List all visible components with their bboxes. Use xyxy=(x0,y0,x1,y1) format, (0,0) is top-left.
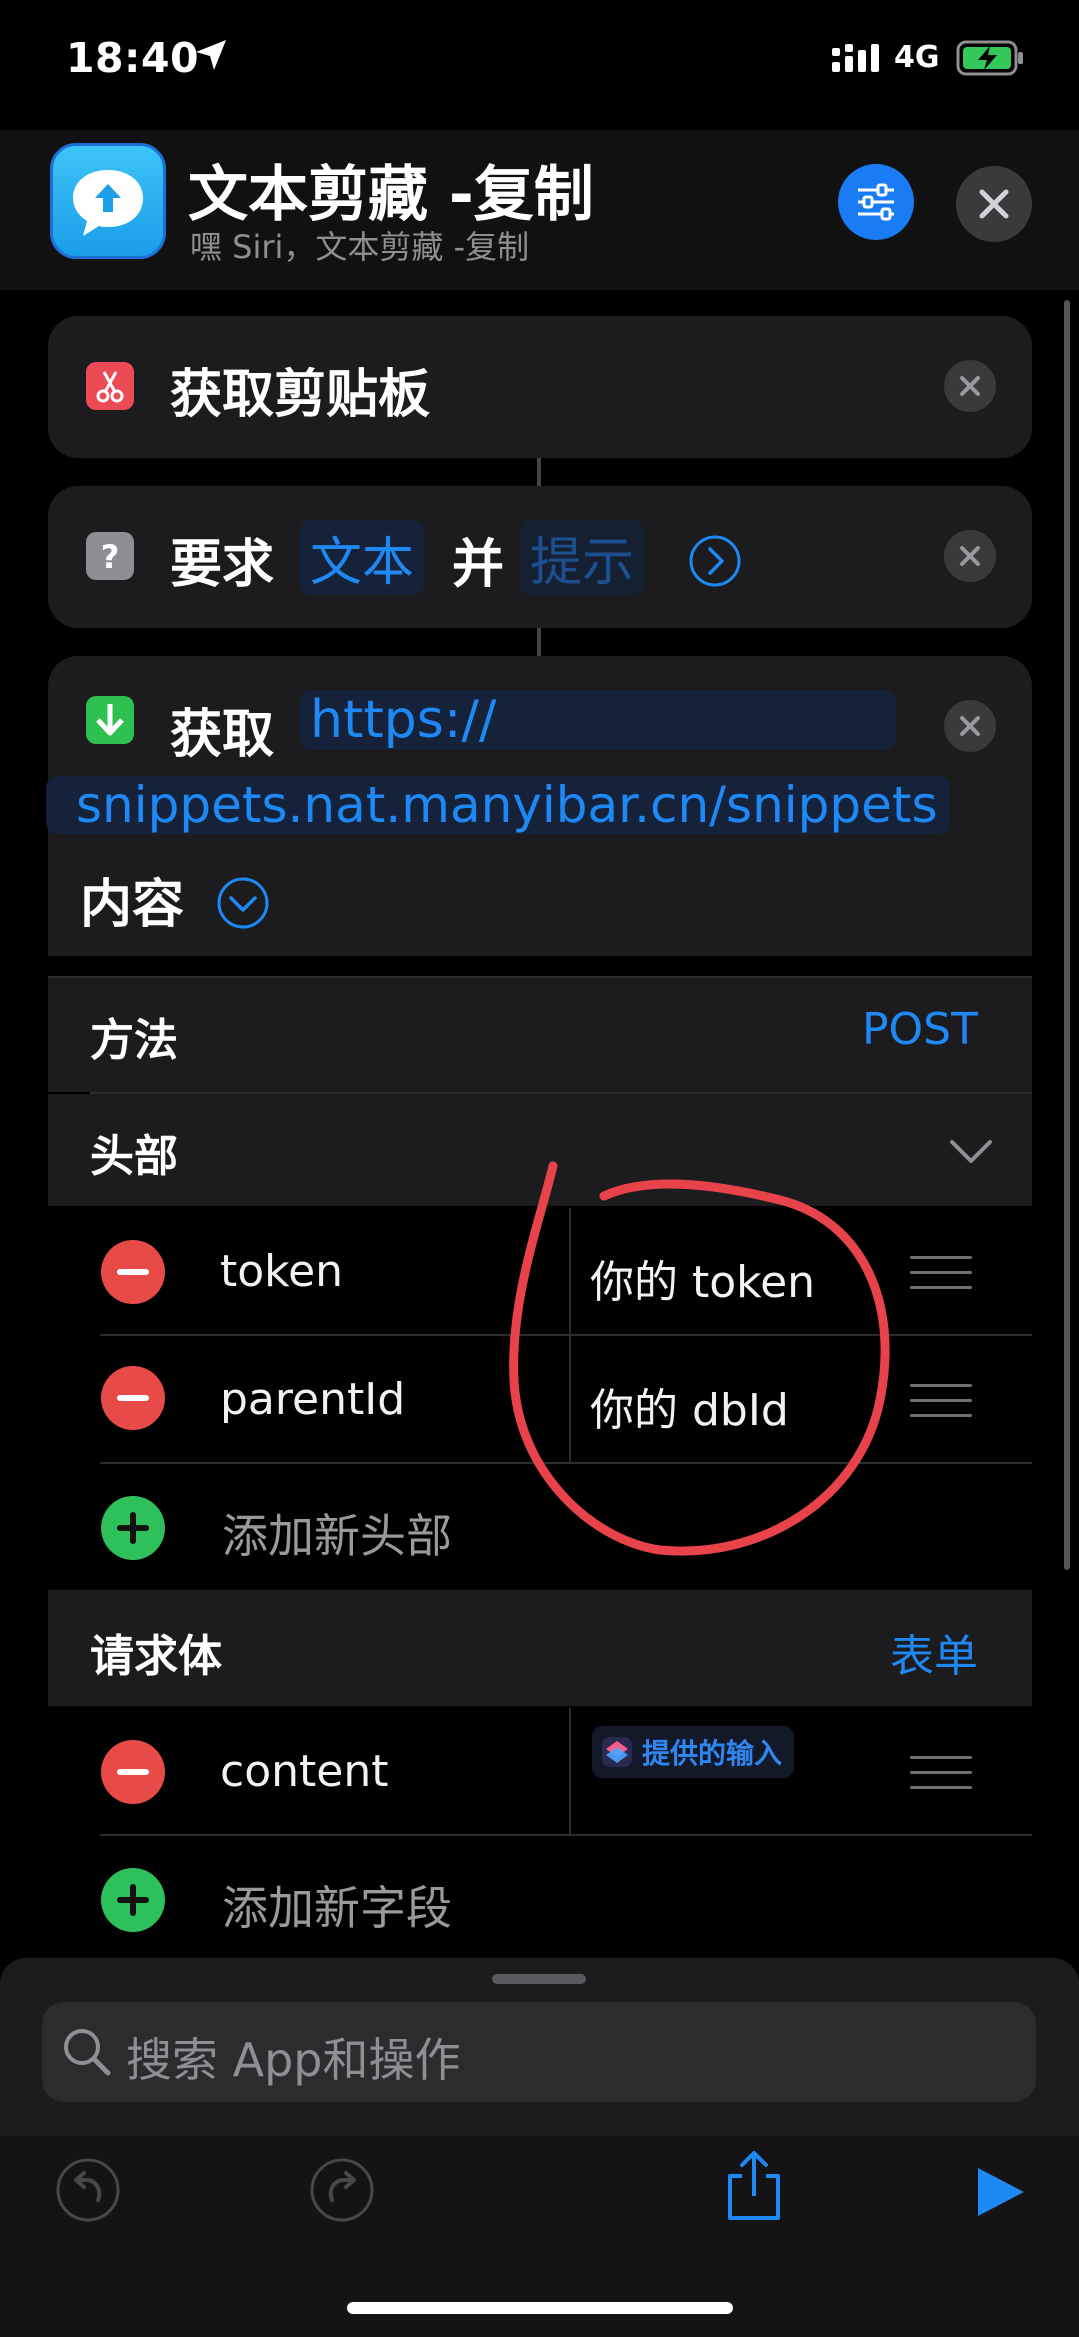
header-value[interactable]: 你的 token xyxy=(590,1246,815,1310)
remove-action-button[interactable] xyxy=(944,360,996,412)
remove-field-button[interactable] xyxy=(101,1740,165,1804)
action-get-clipboard[interactable]: 获取剪贴板 xyxy=(48,316,1032,458)
settings-button[interactable] xyxy=(838,164,914,240)
scissors-icon xyxy=(86,362,134,410)
play-icon[interactable] xyxy=(972,2164,1028,2220)
reorder-handle-icon[interactable] xyxy=(910,1756,972,1790)
body-type-value[interactable]: 表单 xyxy=(890,1620,978,1684)
divider xyxy=(48,976,1032,978)
sheet-grabber[interactable] xyxy=(492,1974,586,1984)
variable-label: 提供的输入 xyxy=(642,1737,783,1770)
chevron-down-icon[interactable] xyxy=(948,1138,994,1166)
undo-icon[interactable] xyxy=(54,2156,122,2224)
divider xyxy=(569,1708,571,1834)
divider xyxy=(100,1334,1032,1336)
action-conjunction: 并 xyxy=(452,535,505,595)
header-key[interactable]: parentId xyxy=(220,1374,405,1425)
chevron-right-circle-icon[interactable] xyxy=(688,534,742,588)
header-value[interactable]: 你的 dbId xyxy=(590,1374,789,1438)
chevron-down-circle-icon[interactable] xyxy=(216,876,270,930)
headers-row[interactable] xyxy=(48,1094,1032,1206)
remove-header-button[interactable] xyxy=(101,1240,165,1304)
redo-icon[interactable] xyxy=(308,2156,376,2224)
action-get-contents-url[interactable]: 获取 https:// snippets.nat.manyibar.cn/sni… xyxy=(46,656,1032,956)
location-arrow-icon xyxy=(196,40,226,70)
add-header-label[interactable]: 添加新头部 xyxy=(222,1500,452,1566)
prompt-placeholder-token[interactable]: 提示 xyxy=(520,520,645,595)
add-header-button[interactable] xyxy=(101,1496,165,1560)
header-key[interactable]: token xyxy=(220,1246,343,1297)
shortcut-title[interactable]: 文本剪藏 -复制 xyxy=(188,146,594,233)
sliders-icon xyxy=(858,183,894,221)
flow-connector xyxy=(537,628,541,658)
method-label: 方法 xyxy=(90,1015,178,1066)
divider xyxy=(569,1336,571,1462)
svg-text:?: ? xyxy=(101,538,120,576)
shortcuts-icon xyxy=(602,1737,632,1767)
network-type: 4G xyxy=(894,40,940,75)
input-type-token[interactable]: 文本 xyxy=(300,520,425,595)
question-icon: ? xyxy=(86,532,134,580)
headers-label: 头部 xyxy=(90,1131,178,1182)
home-indicator[interactable] xyxy=(347,2302,733,2314)
scrollbar[interactable] xyxy=(1064,300,1070,1570)
divider xyxy=(100,1834,1032,1836)
close-button[interactable] xyxy=(956,166,1032,242)
add-field-button[interactable] xyxy=(101,1868,165,1932)
share-icon[interactable] xyxy=(722,2148,786,2224)
siri-phrase: 嘿 Siri，文本剪藏 -复制 xyxy=(190,228,530,266)
url-token[interactable]: https:// xyxy=(300,690,896,750)
shortcut-input-variable[interactable]: 提供的输入 xyxy=(592,1726,795,1778)
field-key[interactable]: content xyxy=(220,1746,388,1797)
url-token-continued[interactable]: snippets.nat.manyibar.cn/snippets xyxy=(46,776,950,834)
close-icon xyxy=(960,546,980,566)
signal-icon xyxy=(832,44,879,72)
reorder-handle-icon[interactable] xyxy=(910,1384,972,1418)
remove-action-button[interactable] xyxy=(944,700,996,752)
divider xyxy=(100,1462,1032,1464)
close-icon xyxy=(960,716,980,736)
search-placeholder: 搜索 App和操作 xyxy=(126,2033,461,2087)
action-suffix: 内容 xyxy=(80,875,185,935)
action-title: 获取剪贴板 xyxy=(170,365,431,425)
reorder-handle-icon[interactable] xyxy=(910,1256,972,1290)
action-verb: 获取 xyxy=(170,705,275,765)
method-value[interactable]: POST xyxy=(862,1004,978,1055)
action-prefix: 要求 xyxy=(170,535,275,595)
divider xyxy=(569,1208,571,1334)
add-field-label[interactable]: 添加新字段 xyxy=(222,1872,452,1938)
close-icon xyxy=(960,376,980,396)
battery-charging-icon xyxy=(956,40,1023,76)
flow-connector xyxy=(537,458,541,488)
download-arrow-icon xyxy=(86,696,134,744)
remove-header-button[interactable] xyxy=(101,1366,165,1430)
shortcut-app-icon[interactable] xyxy=(50,143,166,259)
status-time: 18:40 xyxy=(66,34,200,82)
body-label: 请求体 xyxy=(90,1631,222,1682)
search-icon xyxy=(64,2029,111,2076)
action-ask-input[interactable]: ? 要求 文本 并 提示 xyxy=(48,486,1032,628)
close-icon xyxy=(979,189,1009,219)
remove-action-button[interactable] xyxy=(944,530,996,582)
